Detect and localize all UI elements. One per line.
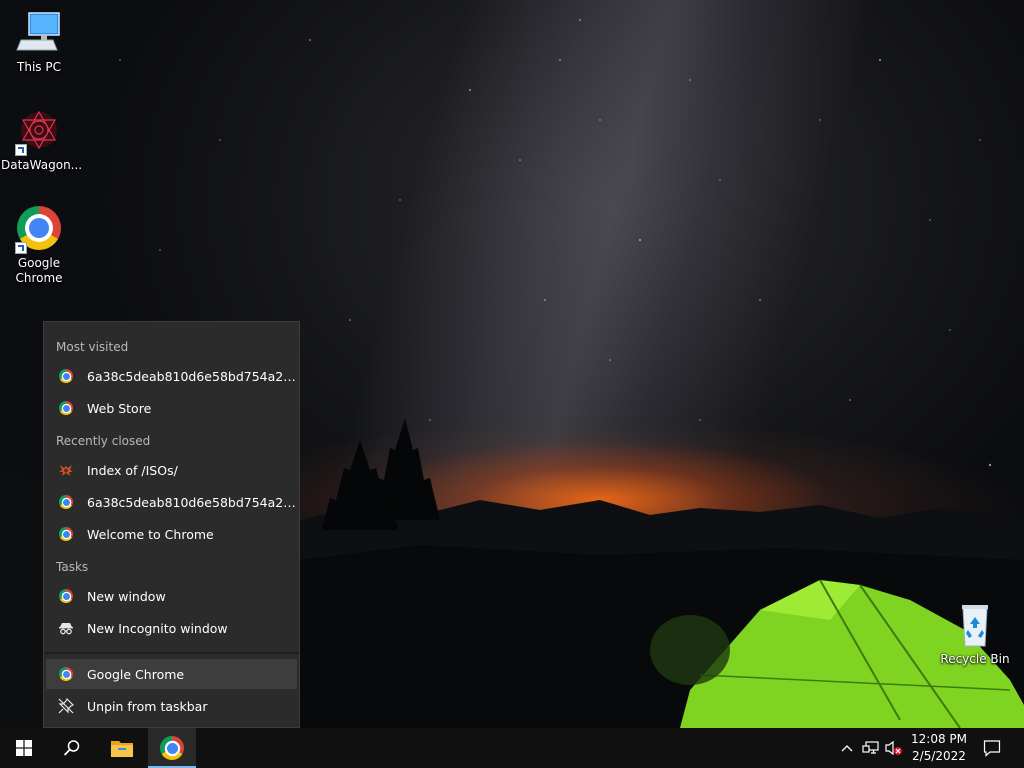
jump-list-header-tasks: Tasks [56, 560, 89, 574]
clock-time: 12:08 PM [911, 732, 967, 746]
jump-list-item-most-visited-1[interactable]: 6a38c5deab810d6e58bd754a2d92817... [46, 362, 297, 390]
jump-list-header-recently-closed: Recently closed [56, 434, 151, 448]
jump-list-item-label: Unpin from taskbar [87, 698, 208, 714]
jump-list-item-label: Welcome to Chrome [87, 526, 214, 542]
jump-list-item-new-window[interactable]: New window [46, 582, 297, 610]
chrome-icon [160, 736, 184, 760]
search-button[interactable] [48, 728, 96, 768]
chrome-icon [58, 588, 74, 604]
jump-list-item-recently-closed-2[interactable]: 6a38c5deab810d6e58bd754a2d92817... [46, 488, 297, 516]
incognito-icon [58, 620, 74, 636]
jump-list-item-google-chrome[interactable]: Google Chrome [46, 659, 297, 689]
start-button[interactable] [0, 728, 48, 768]
chrome-icon [58, 526, 74, 542]
desktop-icon-datawagon[interactable]: DataWagon... [1, 108, 83, 173]
jump-list-item-label: 6a38c5deab810d6e58bd754a2d92817... [87, 368, 297, 384]
favicon-icon [58, 462, 74, 478]
recycle-bin-icon [951, 602, 999, 650]
shortcut-arrow-icon [15, 144, 27, 156]
clock-date: 2/5/2022 [912, 749, 966, 763]
jump-list-item-label: Web Store [87, 400, 152, 416]
jump-list-item-label: Google Chrome [87, 666, 185, 682]
folder-icon [111, 741, 133, 757]
network-icon[interactable] [862, 740, 879, 756]
jump-list-item-label: New window [87, 588, 166, 604]
desktop-icon-label: DataWagon... [1, 158, 83, 172]
chrome-jump-list: Most visited 6a38c5deab810d6e58bd754a2d9… [43, 321, 300, 728]
jump-list-item-web-store[interactable]: Web Store [46, 394, 297, 422]
chrome-icon [58, 400, 74, 416]
chrome-icon [58, 368, 74, 384]
show-hidden-icons-chevron-up-icon[interactable] [839, 740, 855, 756]
jump-list-item-label: New Incognito window [87, 620, 228, 636]
computer-icon [15, 10, 63, 58]
shortcut-arrow-icon [15, 242, 27, 254]
chrome-icon [58, 494, 74, 510]
jump-list-item-unpin-from-taskbar[interactable]: Unpin from taskbar [46, 692, 297, 720]
jump-list-divider [44, 652, 299, 654]
desktop-icon-label: Google Chrome [15, 256, 63, 285]
jump-list-header-most-visited: Most visited [56, 340, 129, 354]
jump-list-item-label: 6a38c5deab810d6e58bd754a2d92817... [87, 494, 297, 510]
taskbar-google-chrome[interactable] [148, 728, 196, 768]
unpin-icon [58, 697, 75, 714]
jump-list-item-index-isos[interactable]: Index of /ISOs/ [46, 456, 297, 484]
desktop-icon-label: This PC [17, 60, 61, 74]
system-clock[interactable]: 12:08 PM 2/5/2022 [906, 731, 972, 765]
desktop-icon-this-pc[interactable]: This PC [1, 10, 77, 75]
volume-muted-icon[interactable] [885, 740, 902, 756]
desktop-icon-label: Recycle Bin [940, 652, 1010, 666]
chrome-icon [15, 206, 63, 254]
jump-list-item-welcome-to-chrome[interactable]: Welcome to Chrome [46, 520, 297, 548]
datawagon-icon [15, 108, 63, 156]
taskbar: 12:08 PM 2/5/2022 [0, 728, 1024, 768]
desktop-icon-google-chrome[interactable]: Google Chrome [1, 206, 77, 286]
windows-logo-icon [16, 740, 32, 756]
chrome-icon [58, 666, 74, 682]
desktop-icon-recycle-bin[interactable]: Recycle Bin [937, 602, 1013, 667]
search-icon [63, 740, 80, 756]
action-center-notification-icon[interactable] [983, 739, 1001, 757]
jump-list-item-new-incognito-window[interactable]: New Incognito window [46, 614, 297, 642]
jump-list-item-label: Index of /ISOs/ [87, 462, 178, 478]
taskbar-file-explorer[interactable] [98, 728, 146, 768]
